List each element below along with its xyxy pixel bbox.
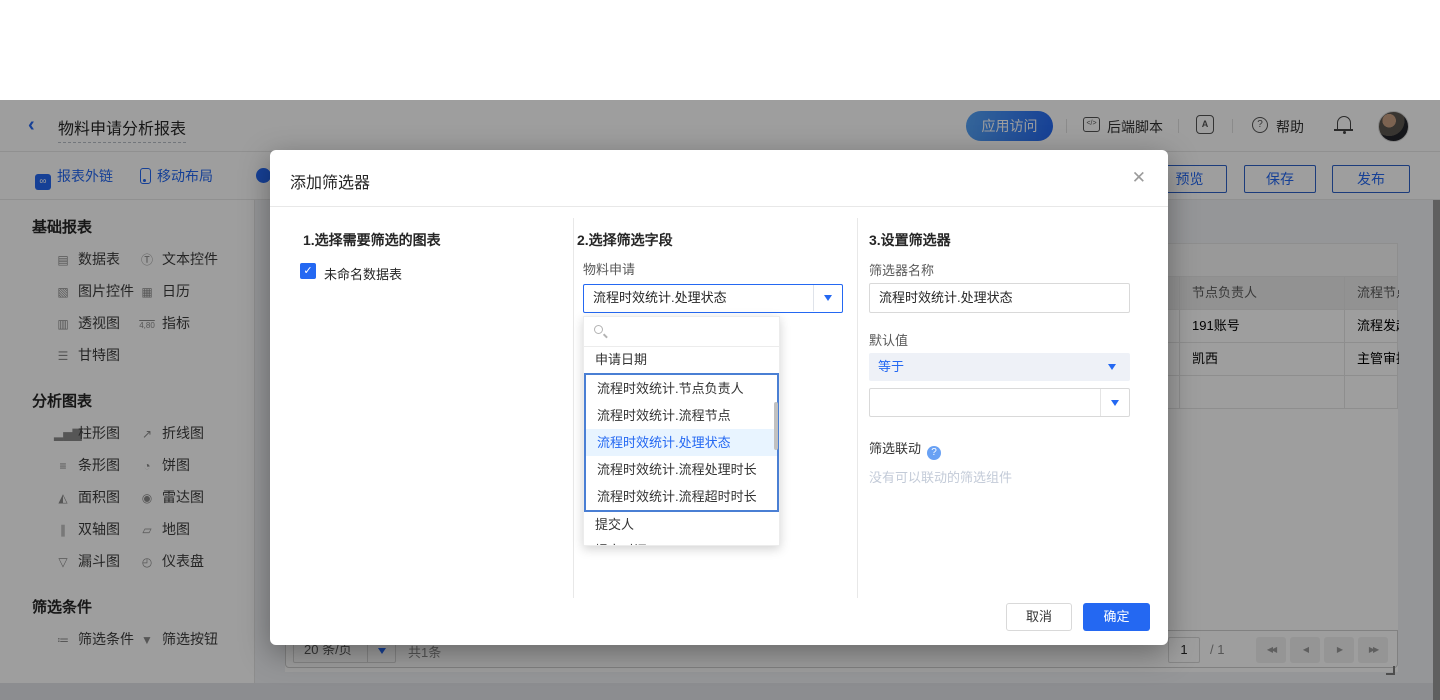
chevron-down-icon <box>813 285 842 311</box>
dropdown-item[interactable]: 申请日期 <box>584 347 779 373</box>
checkbox-checked[interactable]: ✓ <box>300 263 316 279</box>
linkage-label-text: 筛选联动 <box>869 441 921 456</box>
filter-name-label: 筛选器名称 <box>869 260 934 279</box>
linkage-label: 筛选联动? <box>869 438 941 460</box>
divider <box>270 206 1168 207</box>
cancel-button[interactable]: 取消 <box>1006 603 1072 631</box>
field-select-value: 流程时效统计.处理状态 <box>593 290 727 305</box>
page: ‹ 物料申请分析报表 应用访问 </> 后端脚本 A ? 帮助 ∞报表外链 移动… <box>0 0 1440 700</box>
dropdown-item[interactable]: 流程时效统计.流程节点 <box>586 402 777 429</box>
dropdown-item[interactable]: 流程时效统计.流程超时时长 <box>586 483 777 510</box>
dropdown-item[interactable]: 提交人 <box>584 512 779 538</box>
checkbox-label[interactable]: 未命名数据表 <box>324 264 402 283</box>
step3-title: 3.设置筛选器 <box>869 230 951 250</box>
field-select[interactable]: 流程时效统计.处理状态 <box>583 284 843 313</box>
step2-title: 2.选择筛选字段 <box>577 230 673 250</box>
chevron-down-icon <box>1100 389 1129 416</box>
add-filter-modal: 添加筛选器 ✕ 1.选择需要筛选的图表 ✓ 未命名数据表 2.选择筛选字段 物料… <box>270 150 1168 645</box>
operator-value: 等于 <box>878 359 904 374</box>
field-group: 流程时效统计.节点负责人 流程时效统计.流程节点 流程时效统计.处理状态 流程时… <box>584 373 779 512</box>
dropdown-item-selected[interactable]: 流程时效统计.处理状态 <box>586 429 777 456</box>
default-value-select[interactable] <box>869 388 1130 417</box>
step1-title: 1.选择需要筛选的图表 <box>303 230 441 250</box>
divider <box>857 218 858 598</box>
close-icon[interactable]: ✕ <box>1132 168 1146 188</box>
dataset-label: 物料申请 <box>583 259 635 278</box>
default-value-label: 默认值 <box>869 330 908 349</box>
linkage-help-icon[interactable]: ? <box>927 446 941 460</box>
confirm-button[interactable]: 确定 <box>1083 603 1150 631</box>
chevron-down-icon <box>1108 364 1116 370</box>
linkage-empty-text: 没有可以联动的筛选组件 <box>869 467 1012 486</box>
operator-select[interactable]: 等于 <box>869 353 1130 381</box>
dropdown-item[interactable]: 提交时间 <box>584 538 779 546</box>
field-dropdown-panel: 申请日期 流程时效统计.节点负责人 流程时效统计.流程节点 流程时效统计.处理状… <box>583 316 780 546</box>
filter-name-input[interactable]: 流程时效统计.处理状态 <box>869 283 1130 313</box>
search-icon <box>594 325 603 334</box>
dropdown-search-input[interactable] <box>584 317 779 347</box>
divider <box>573 218 574 598</box>
dropdown-item[interactable]: 流程时效统计.节点负责人 <box>586 375 777 402</box>
dropdown-item[interactable]: 流程时效统计.流程处理时长 <box>586 456 777 483</box>
dropdown-scrollbar[interactable] <box>774 402 778 450</box>
modal-title: 添加筛选器 <box>290 169 370 193</box>
